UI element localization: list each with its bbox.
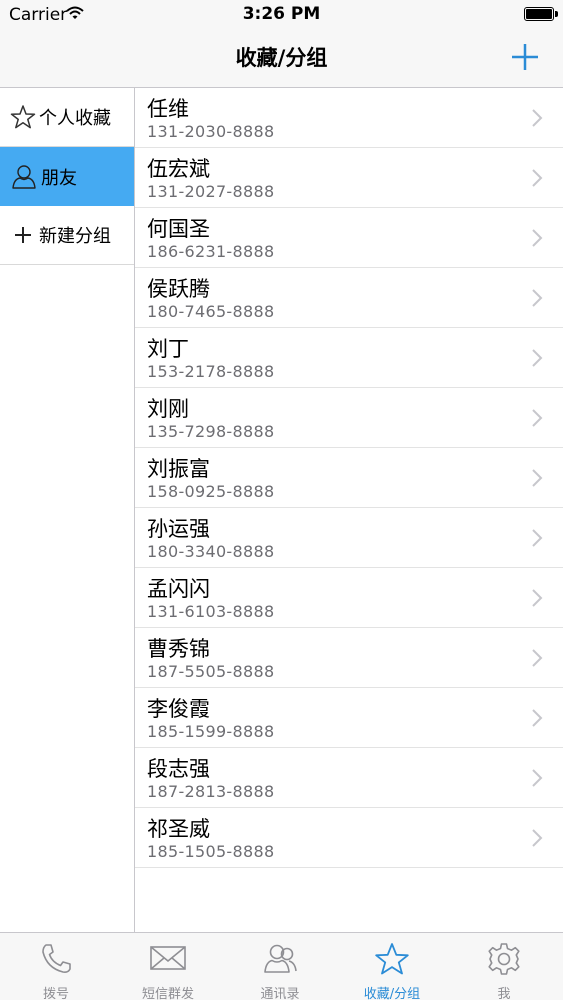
chevron-right-icon — [532, 469, 543, 487]
contact-phone: 131-2030-8888 — [147, 122, 275, 141]
chevron-right-icon — [532, 769, 543, 787]
star-icon — [375, 943, 409, 975]
star-outline-icon — [10, 105, 36, 129]
contact-phone: 185-1599-8888 — [147, 722, 275, 741]
battery-icon — [524, 7, 558, 21]
contact-list: 任维 131-2030-8888 伍宏斌 131-2027-8888 何国圣 1… — [135, 88, 563, 932]
contact-phone: 131-2027-8888 — [147, 182, 275, 201]
tab-label: 短信群发 — [141, 987, 194, 1002]
chevron-right-icon — [532, 109, 543, 127]
contact-phone: 131-6103-8888 — [147, 602, 275, 621]
contact-name: 侯跃腾 — [147, 277, 210, 301]
chevron-right-icon — [532, 709, 543, 727]
tab-label: 拨号 — [42, 987, 69, 1002]
sidebar-item-label: 朋友 — [41, 167, 77, 189]
status-bar: Carrier 3:26 PM — [0, 0, 563, 30]
gear-icon — [488, 943, 520, 975]
contact-row[interactable]: 刘丁 153-2178-8888 — [135, 328, 563, 388]
contact-phone: 187-5505-8888 — [147, 662, 275, 681]
group-sidebar: 个人收藏 朋友 新建分组 — [0, 88, 135, 932]
tab-group-sms[interactable]: 短信群发 — [112, 933, 224, 1002]
contact-row[interactable]: 任维 131-2030-8888 — [135, 88, 563, 148]
tab-label: 收藏/分组 — [363, 987, 421, 1002]
contact-row[interactable]: 何国圣 186-6231-8888 — [135, 208, 563, 268]
envelope-icon — [150, 946, 186, 970]
chevron-right-icon — [532, 349, 543, 367]
contact-row[interactable]: 刘振富 158-0925-8888 — [135, 448, 563, 508]
contact-name: 何国圣 — [147, 217, 210, 241]
contact-name: 刘刚 — [147, 397, 189, 421]
contact-phone: 153-2178-8888 — [147, 362, 275, 381]
contact-row[interactable]: 孟闪闪 131-6103-8888 — [135, 568, 563, 628]
page-title: 收藏/分组 — [235, 46, 328, 70]
tab-bar: 拨号 短信群发 通讯录 收藏/分组 我 — [0, 932, 563, 1002]
contact-name: 段志强 — [147, 757, 210, 781]
chevron-right-icon — [532, 589, 543, 607]
sidebar-item-friends[interactable]: 朋友 — [0, 147, 134, 206]
contact-row[interactable]: 曹秀锦 187-5505-8888 — [135, 628, 563, 688]
tab-contacts[interactable]: 通讯录 — [224, 933, 336, 1002]
contact-name: 李俊霞 — [147, 697, 210, 721]
contact-phone: 186-6231-8888 — [147, 242, 275, 261]
add-button[interactable] — [507, 36, 543, 76]
contact-name: 祁圣威 — [147, 817, 210, 841]
contact-name: 任维 — [147, 97, 189, 121]
sidebar-item-label: 个人收藏 — [39, 108, 111, 129]
contact-name: 孙运强 — [147, 517, 210, 541]
tab-me[interactable]: 我 — [448, 933, 560, 1002]
contact-name: 孟闪闪 — [147, 577, 210, 601]
contact-phone: 180-7465-8888 — [147, 302, 275, 321]
sidebar-item-new-group[interactable]: 新建分组 — [0, 206, 134, 265]
tab-dial[interactable]: 拨号 — [0, 933, 112, 1002]
phone-icon — [42, 944, 71, 973]
contact-name: 刘振富 — [147, 457, 210, 481]
navigation-bar: 收藏/分组 — [0, 30, 563, 88]
sidebar-item-favorites[interactable]: 个人收藏 — [0, 88, 134, 147]
contact-phone: 187-2813-8888 — [147, 782, 275, 801]
tab-label: 我 — [497, 987, 511, 1002]
contact-name: 曹秀锦 — [147, 637, 210, 661]
contact-row[interactable]: 段志强 187-2813-8888 — [135, 748, 563, 808]
person-outline-icon — [12, 164, 36, 189]
chevron-right-icon — [532, 529, 543, 547]
chevron-right-icon — [532, 229, 543, 247]
tab-label: 通讯录 — [260, 987, 300, 1002]
contact-row[interactable]: 侯跃腾 180-7465-8888 — [135, 268, 563, 328]
plus-icon — [512, 44, 538, 70]
contact-row[interactable]: 孙运强 180-3340-8888 — [135, 508, 563, 568]
contact-row[interactable]: 祁圣威 185-1505-8888 — [135, 808, 563, 868]
tab-favorites-groups[interactable]: 收藏/分组 — [336, 933, 448, 1002]
contact-phone: 185-1505-8888 — [147, 842, 275, 861]
chevron-right-icon — [532, 649, 543, 667]
contact-row[interactable]: 伍宏斌 131-2027-8888 — [135, 148, 563, 208]
contact-phone: 135-7298-8888 — [147, 422, 275, 441]
chevron-right-icon — [532, 409, 543, 427]
contact-row[interactable]: 刘刚 135-7298-8888 — [135, 388, 563, 448]
contact-row[interactable]: 李俊霞 185-1599-8888 — [135, 688, 563, 748]
chevron-right-icon — [532, 289, 543, 307]
status-time: 3:26 PM — [242, 4, 321, 24]
contact-name: 刘丁 — [147, 337, 189, 361]
contact-name: 伍宏斌 — [147, 157, 210, 181]
chevron-right-icon — [532, 829, 543, 847]
chevron-right-icon — [532, 169, 543, 187]
contacts-icon — [264, 944, 297, 973]
contact-phone: 180-3340-8888 — [147, 542, 275, 561]
plus-icon — [15, 227, 31, 243]
sidebar-item-label: 新建分组 — [39, 226, 111, 247]
contact-phone: 158-0925-8888 — [147, 482, 275, 501]
